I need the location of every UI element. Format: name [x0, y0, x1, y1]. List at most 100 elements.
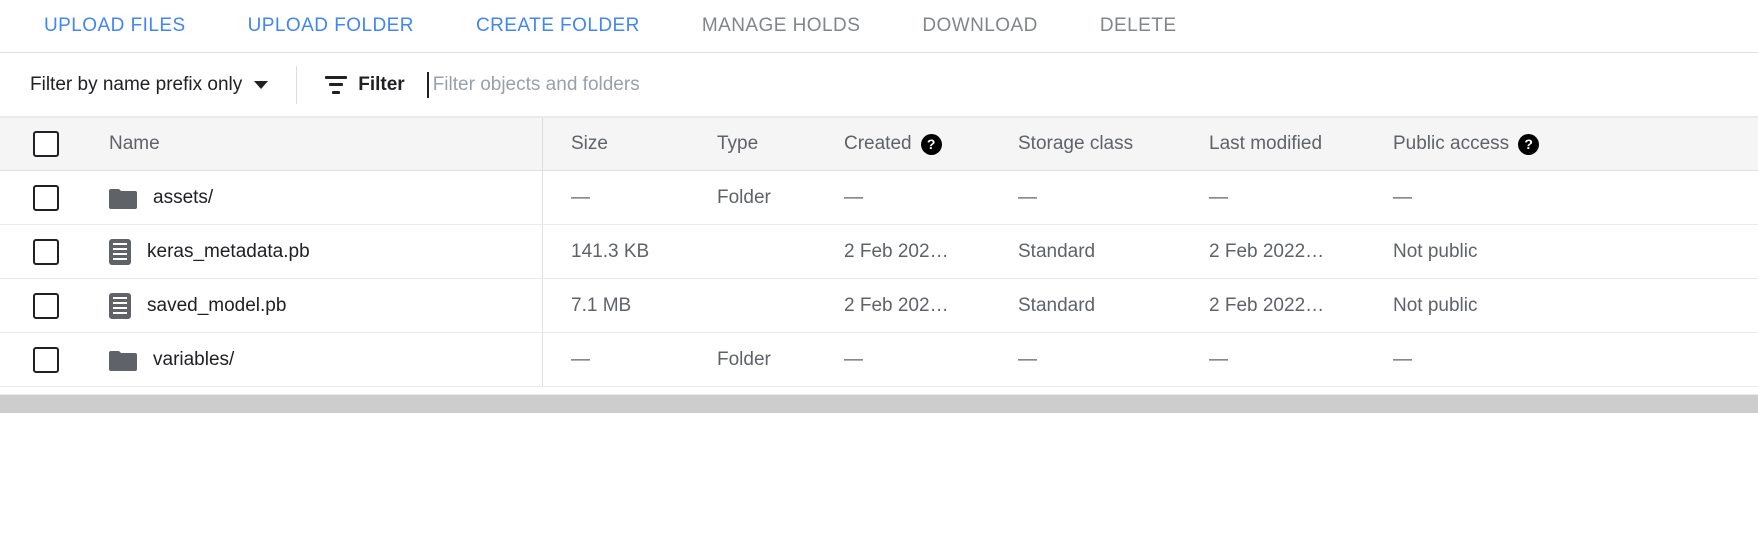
filter-bar: Filter by name prefix only Filter: [0, 53, 1758, 117]
row-select-cell: [0, 293, 92, 319]
cell-modified-text: —: [1209, 349, 1228, 371]
cell-type-text: Folder: [717, 349, 771, 371]
action-toolbar: UPLOAD FILES UPLOAD FOLDER CREATE FOLDER MA…: [0, 0, 1758, 53]
filter-button[interactable]: Filter: [325, 74, 404, 96]
cell-type: Folder: [717, 171, 844, 224]
cell-modified-text: 2 Feb 2022…: [1209, 241, 1324, 263]
cell-created-text: —: [844, 349, 863, 371]
cell-size-text: —: [571, 349, 590, 371]
object-browser-page: UPLOAD FILES UPLOAD FOLDER CREATE FOLDER MA…: [0, 0, 1758, 546]
object-name-link[interactable]: assets/: [153, 187, 213, 209]
cell-size: —: [543, 171, 717, 224]
column-header-public-access-label: Public access: [1393, 133, 1509, 155]
row-select-cell: [0, 185, 92, 211]
chevron-down-icon: [254, 81, 268, 89]
file-icon: [109, 293, 131, 319]
cell-public-text: —: [1393, 187, 1412, 209]
file-icon: [109, 239, 131, 265]
cell-storage-text: Standard: [1018, 295, 1095, 317]
page-background: [0, 413, 1758, 473]
column-header-created-label: Created: [844, 133, 912, 155]
table-row[interactable]: saved_model.pb 7.1 MB 2 Feb 202… Standard 2 …: [0, 279, 1758, 333]
column-header-name[interactable]: Name: [92, 118, 543, 170]
cell-type: [717, 279, 844, 332]
row-select-cell: [0, 239, 92, 265]
filter-mode-select[interactable]: Filter by name prefix only: [30, 74, 268, 96]
cell-storage-text: Standard: [1018, 241, 1095, 263]
column-header-size[interactable]: Size: [543, 118, 717, 170]
object-name-link[interactable]: saved_model.pb: [147, 295, 286, 317]
cell-public: —: [1393, 333, 1412, 386]
row-checkbox[interactable]: [33, 185, 59, 211]
cell-type: Folder: [717, 333, 844, 386]
cell-name[interactable]: assets/: [92, 171, 543, 224]
table-body: assets/—Folder————keras_metadata.pb141.3…: [0, 171, 1758, 387]
column-header-last-modified[interactable]: Last modified: [1209, 118, 1393, 170]
cell-type: [717, 225, 844, 278]
help-icon-public-access[interactable]: ?: [1518, 134, 1539, 155]
table-row[interactable]: variables/—Folder————: [0, 333, 1758, 387]
filter-button-label: Filter: [358, 74, 404, 96]
cell-public: —: [1393, 171, 1412, 224]
cell-type-text: Folder: [717, 187, 771, 209]
cell-created: 2 Feb 202…: [844, 279, 1018, 332]
cell-created-text: 2 Feb 202…: [844, 241, 949, 263]
filter-input[interactable]: [429, 74, 1758, 96]
folder-icon: [109, 349, 137, 371]
cell-storage: Standard: [1018, 279, 1209, 332]
filter-icon: [325, 76, 347, 94]
cell-name[interactable]: variables/: [92, 333, 543, 386]
select-all-cell: [0, 131, 92, 157]
help-icon-created[interactable]: ?: [921, 134, 942, 155]
cell-created: —: [844, 333, 1018, 386]
column-header-public-access[interactable]: Public access ?: [1393, 118, 1539, 170]
toolbar-button-download[interactable]: DOWNLOAD: [922, 15, 1038, 37]
cell-created-text: 2 Feb 202…: [844, 295, 949, 317]
table-header-row: Name Size Type Created ? Storage class L…: [0, 117, 1758, 171]
cell-storage-text: —: [1018, 187, 1037, 209]
table-row[interactable]: keras_metadata.pb 141.3 KB 2 Feb 202… Stand…: [0, 225, 1758, 279]
cell-created-text: —: [844, 187, 863, 209]
cell-modified: —: [1209, 171, 1393, 224]
cell-size: 141.3 KB: [543, 225, 717, 278]
column-header-type[interactable]: Type: [717, 118, 844, 170]
cell-storage: —: [1018, 333, 1209, 386]
row-checkbox[interactable]: [33, 347, 59, 373]
horizontal-scrollbar[interactable]: [0, 395, 1758, 413]
toolbar-button-delete[interactable]: DELETE: [1100, 15, 1177, 37]
cell-size: 7.1 MB: [543, 279, 717, 332]
cell-modified-text: 2 Feb 2022…: [1209, 295, 1324, 317]
row-checkbox[interactable]: [33, 239, 59, 265]
cell-name[interactable]: saved_model.pb: [92, 279, 543, 332]
table-row[interactable]: assets/ — Folder — — — —: [0, 171, 1758, 225]
cell-modified-text: —: [1209, 187, 1228, 209]
toolbar-button-upload-files[interactable]: UPLOAD FILES: [44, 15, 186, 37]
object-name-link[interactable]: variables/: [153, 349, 234, 371]
cell-public: Not public: [1393, 279, 1478, 332]
vertical-divider: [296, 66, 297, 104]
filter-input-wrapper[interactable]: [427, 72, 1758, 98]
toolbar-button-create-folder[interactable]: CREATE FOLDER: [476, 15, 640, 37]
cell-size-text: —: [571, 187, 590, 209]
toolbar-button-manage-holds[interactable]: MANAGE HOLDS: [702, 15, 861, 37]
cell-public-text: Not public: [1393, 241, 1478, 263]
object-name-link[interactable]: keras_metadata.pb: [147, 241, 310, 263]
folder-icon: [109, 187, 137, 209]
row-checkbox[interactable]: [33, 293, 59, 319]
column-header-storage-class[interactable]: Storage class: [1018, 118, 1209, 170]
cell-storage: Standard: [1018, 225, 1209, 278]
cell-name[interactable]: keras_metadata.pb: [92, 225, 543, 278]
cell-modified: 2 Feb 2022…: [1209, 225, 1393, 278]
cell-public-text: Not public: [1393, 295, 1478, 317]
select-all-checkbox[interactable]: [33, 131, 59, 157]
cell-created: 2 Feb 202…: [844, 225, 1018, 278]
cell-public: Not public: [1393, 225, 1478, 278]
toolbar-button-upload-folder[interactable]: UPLOAD FOLDER: [248, 15, 414, 37]
filter-mode-label: Filter by name prefix only: [30, 74, 242, 96]
row-select-cell: [0, 347, 92, 373]
cell-modified: 2 Feb 2022…: [1209, 279, 1393, 332]
cell-size-text: 141.3 KB: [571, 241, 649, 263]
cell-modified: —: [1209, 333, 1393, 386]
column-header-created[interactable]: Created ?: [844, 118, 1018, 170]
cell-public-text: —: [1393, 349, 1412, 371]
